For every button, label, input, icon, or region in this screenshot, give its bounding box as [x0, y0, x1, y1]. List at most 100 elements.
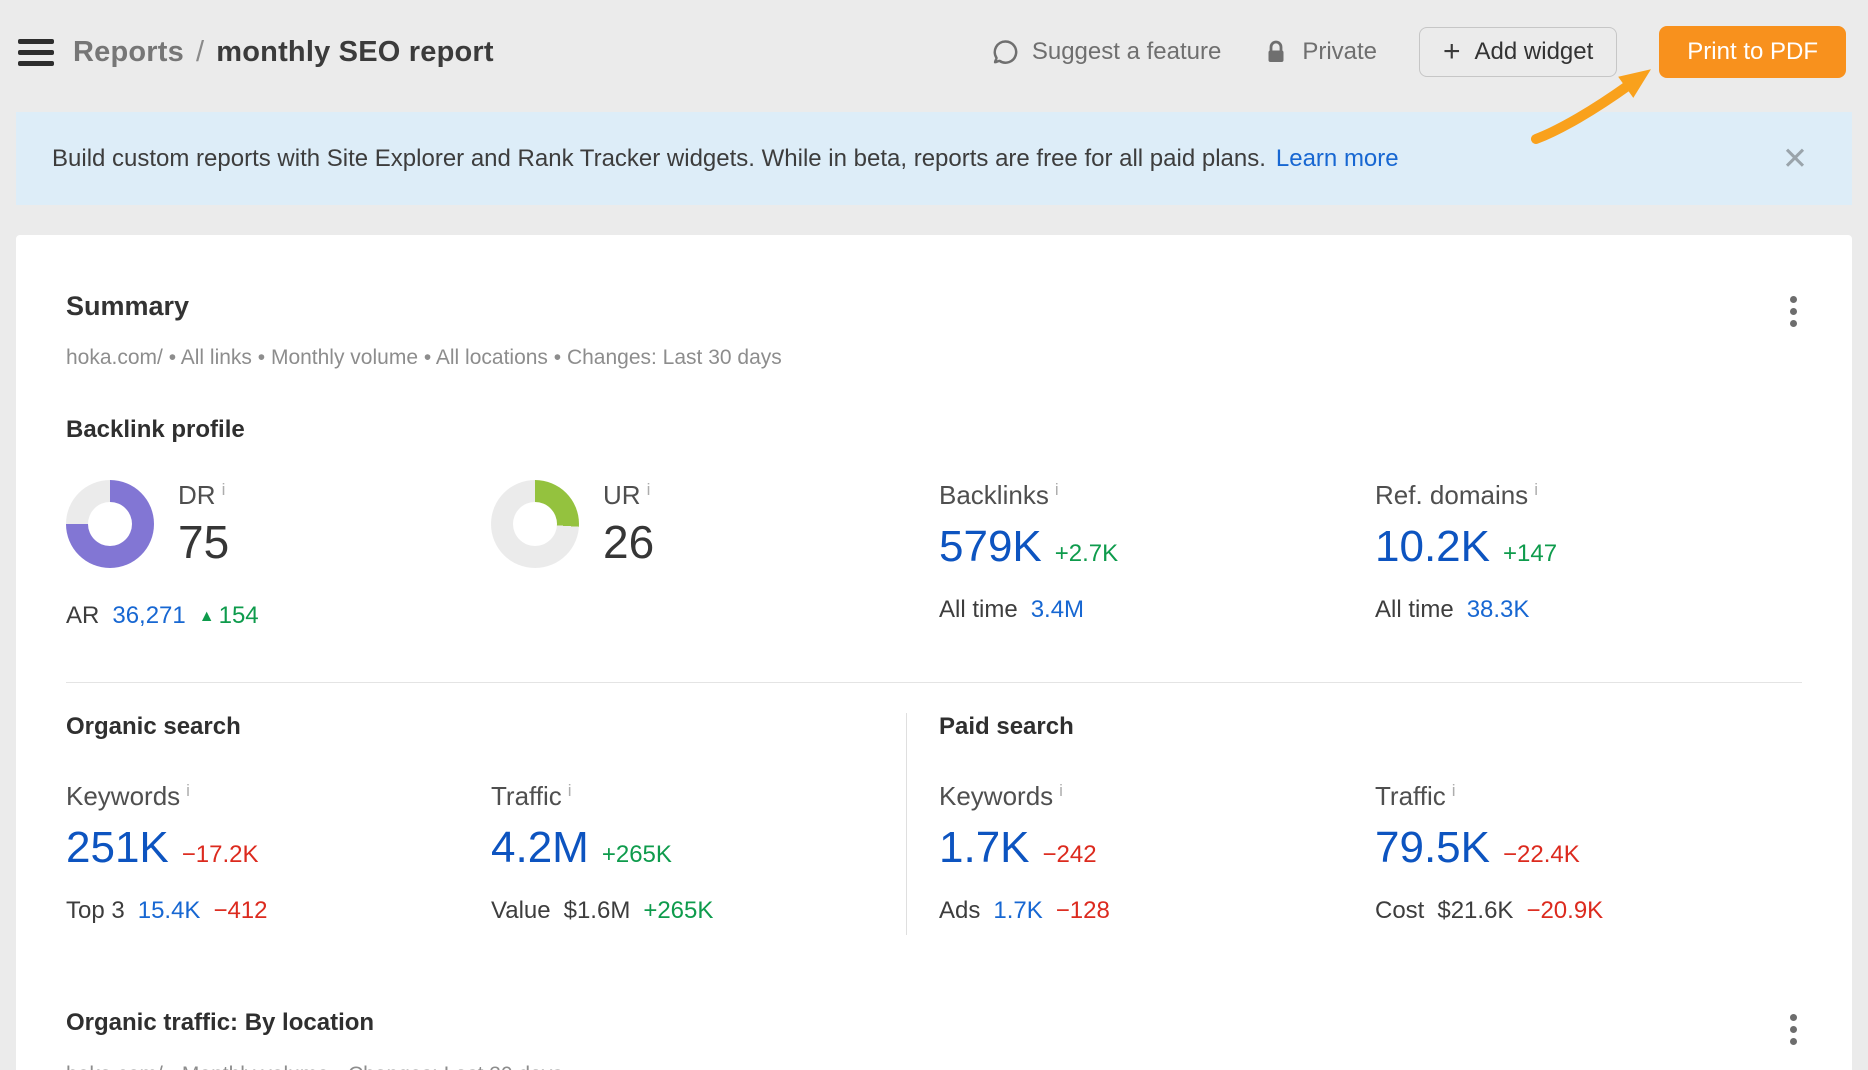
backlink-profile-metrics: DRi 75 AR 36,271 ▲ 154: [66, 480, 1802, 630]
info-icon[interactable]: i: [1452, 781, 1456, 800]
metric-organic-traffic: Traffic i 4.2M +265K Value $1.6M +265K: [491, 781, 906, 925]
paid-traffic-label: Traffic: [1375, 781, 1446, 811]
backlinks-label: Backlinks: [939, 480, 1049, 510]
page-title: monthly SEO report: [216, 36, 494, 69]
kebab-dot: [1790, 1038, 1797, 1045]
ur-label: UR: [603, 480, 641, 510]
metric-backlinks: Backlinks i 579K +2.7K All time 3.4M: [939, 480, 1375, 630]
breadcrumb-reports-link[interactable]: Reports: [73, 36, 184, 69]
backlinks-delta: +2.7K: [1055, 540, 1118, 568]
alltime-label: All time: [1375, 596, 1454, 624]
ads-value-link[interactable]: 1.7K: [993, 897, 1042, 925]
ur-donut-chart: [491, 480, 579, 568]
banner-close-icon[interactable]: ✕: [1778, 139, 1812, 178]
alltime-value-link[interactable]: 3.4M: [1031, 596, 1084, 624]
value-delta: +265K: [643, 897, 713, 925]
print-to-pdf-button[interactable]: Print to PDF: [1659, 26, 1846, 78]
paid-keywords-delta: −242: [1043, 841, 1097, 869]
privacy-status[interactable]: Private: [1263, 38, 1377, 66]
info-icon[interactable]: i: [1534, 480, 1538, 499]
suggest-feature-label: Suggest a feature: [1032, 38, 1221, 66]
refdomains-value[interactable]: 10.2K: [1375, 524, 1490, 570]
info-icon[interactable]: i: [222, 480, 226, 499]
kebab-dot: [1790, 1014, 1797, 1021]
paid-traffic-delta: −22.4K: [1503, 841, 1580, 869]
ads-label: Ads: [939, 897, 980, 925]
paid-keywords-value-row: 1.7K −242: [939, 825, 1375, 871]
metric-paid-traffic: Traffic i 79.5K −22.4K Cost $21.6K −20.9K: [1375, 781, 1802, 925]
search-sections: Organic search Keywordsi 251K −17.2K Top…: [66, 713, 1802, 935]
paid-search-heading: Paid search: [939, 713, 1802, 741]
summary-header: Summary: [66, 235, 1802, 332]
reports-page: Reports / monthly SEO report Suggest a f…: [0, 0, 1868, 1070]
cost-amount: $21.6K: [1437, 897, 1513, 925]
refdomains-label: Ref. domains: [1375, 480, 1528, 510]
section-divider: [66, 682, 1802, 683]
ur-donut-row: UR i 26: [491, 480, 939, 568]
info-icon[interactable]: i: [1059, 781, 1063, 800]
organic-search-section: Organic search Keywordsi 251K −17.2K Top…: [66, 713, 907, 935]
breadcrumb: Reports / monthly SEO report: [73, 36, 494, 69]
paid-cost-subrow: Cost $21.6K −20.9K: [1375, 897, 1802, 925]
backlinks-value-row: 579K +2.7K: [939, 524, 1375, 570]
ads-delta: −128: [1056, 897, 1110, 925]
backlinks-alltime-subrow: All time 3.4M: [939, 596, 1375, 624]
metric-domain-rating: DRi 75 AR 36,271 ▲ 154: [66, 480, 491, 630]
paid-keywords-label: Keywords: [939, 781, 1053, 811]
suggest-feature-button[interactable]: Suggest a feature: [991, 38, 1221, 66]
ar-delta-value: 154: [219, 602, 259, 630]
summary-widget-card: Summary hoka.com/ • All links • Monthly …: [16, 235, 1852, 1070]
cost-label: Cost: [1375, 897, 1424, 925]
paid-traffic-value[interactable]: 79.5K: [1375, 825, 1490, 871]
refdomains-label-row: Ref. domains i: [1375, 480, 1802, 512]
organic-traffic-label-row: Traffic i: [491, 781, 906, 813]
summary-kebab-menu-icon[interactable]: [1785, 291, 1802, 332]
organic-traffic-value-row: 4.2M +265K: [491, 825, 906, 871]
info-icon[interactable]: i: [1055, 480, 1059, 499]
add-widget-label: Add widget: [1475, 38, 1594, 66]
location-widget-title: Organic traffic: By location: [66, 1009, 374, 1037]
metric-url-rating: UR i 26: [491, 480, 939, 630]
learn-more-link[interactable]: Learn more: [1276, 145, 1399, 173]
alltime-value-link[interactable]: 38.3K: [1467, 596, 1530, 624]
location-scope-subtitle: hoka.com/ • Monthly volume • Changes: La…: [66, 1063, 1802, 1070]
dr-label-row: DRi: [178, 480, 229, 512]
top3-value-link[interactable]: 15.4K: [138, 897, 201, 925]
ur-value: 26: [603, 518, 654, 566]
paid-traffic-label-row: Traffic i: [1375, 781, 1802, 813]
metric-paid-keywords: Keywords i 1.7K −242 Ads 1.7K −128: [939, 781, 1375, 925]
ar-value-link[interactable]: 36,271: [112, 602, 185, 630]
info-icon[interactable]: i: [186, 781, 190, 800]
summary-title: Summary: [66, 291, 189, 322]
breadcrumb-separator: /: [196, 36, 204, 69]
add-widget-button[interactable]: + Add widget: [1419, 27, 1617, 77]
refdomains-delta: +147: [1503, 540, 1557, 568]
privacy-label: Private: [1302, 38, 1377, 66]
up-triangle-icon: ▲: [199, 608, 215, 626]
backlinks-value[interactable]: 579K: [939, 524, 1042, 570]
kebab-dot: [1790, 1026, 1797, 1033]
organic-traffic-label: Traffic: [491, 781, 562, 811]
paid-keywords-label-row: Keywords i: [939, 781, 1375, 813]
dr-donut-chart: [66, 480, 154, 568]
organic-traffic-delta: +265K: [602, 841, 672, 869]
backlink-profile-heading: Backlink profile: [66, 416, 1802, 444]
location-kebab-menu-icon[interactable]: [1785, 1009, 1802, 1050]
info-icon[interactable]: i: [647, 480, 651, 499]
paid-traffic-value-row: 79.5K −22.4K: [1375, 825, 1802, 871]
organic-keywords-value-row: 251K −17.2K: [66, 825, 491, 871]
value-amount: $1.6M: [564, 897, 631, 925]
organic-keywords-value[interactable]: 251K: [66, 825, 169, 871]
organic-traffic-value[interactable]: 4.2M: [491, 825, 589, 871]
hamburger-menu-icon[interactable]: [16, 29, 56, 76]
header-actions: Suggest a feature Private + Add widget P…: [991, 26, 1846, 78]
paid-keywords-value[interactable]: 1.7K: [939, 825, 1030, 871]
info-icon[interactable]: i: [568, 781, 572, 800]
ar-label: AR: [66, 602, 99, 630]
value-label: Value: [491, 897, 551, 925]
organic-search-heading: Organic search: [66, 713, 906, 741]
top3-delta: −412: [213, 897, 267, 925]
organic-keywords-label: Keywords: [66, 781, 180, 811]
lock-icon: [1263, 38, 1289, 66]
summary-scope-subtitle: hoka.com/ • All links • Monthly volume •…: [66, 346, 1802, 370]
